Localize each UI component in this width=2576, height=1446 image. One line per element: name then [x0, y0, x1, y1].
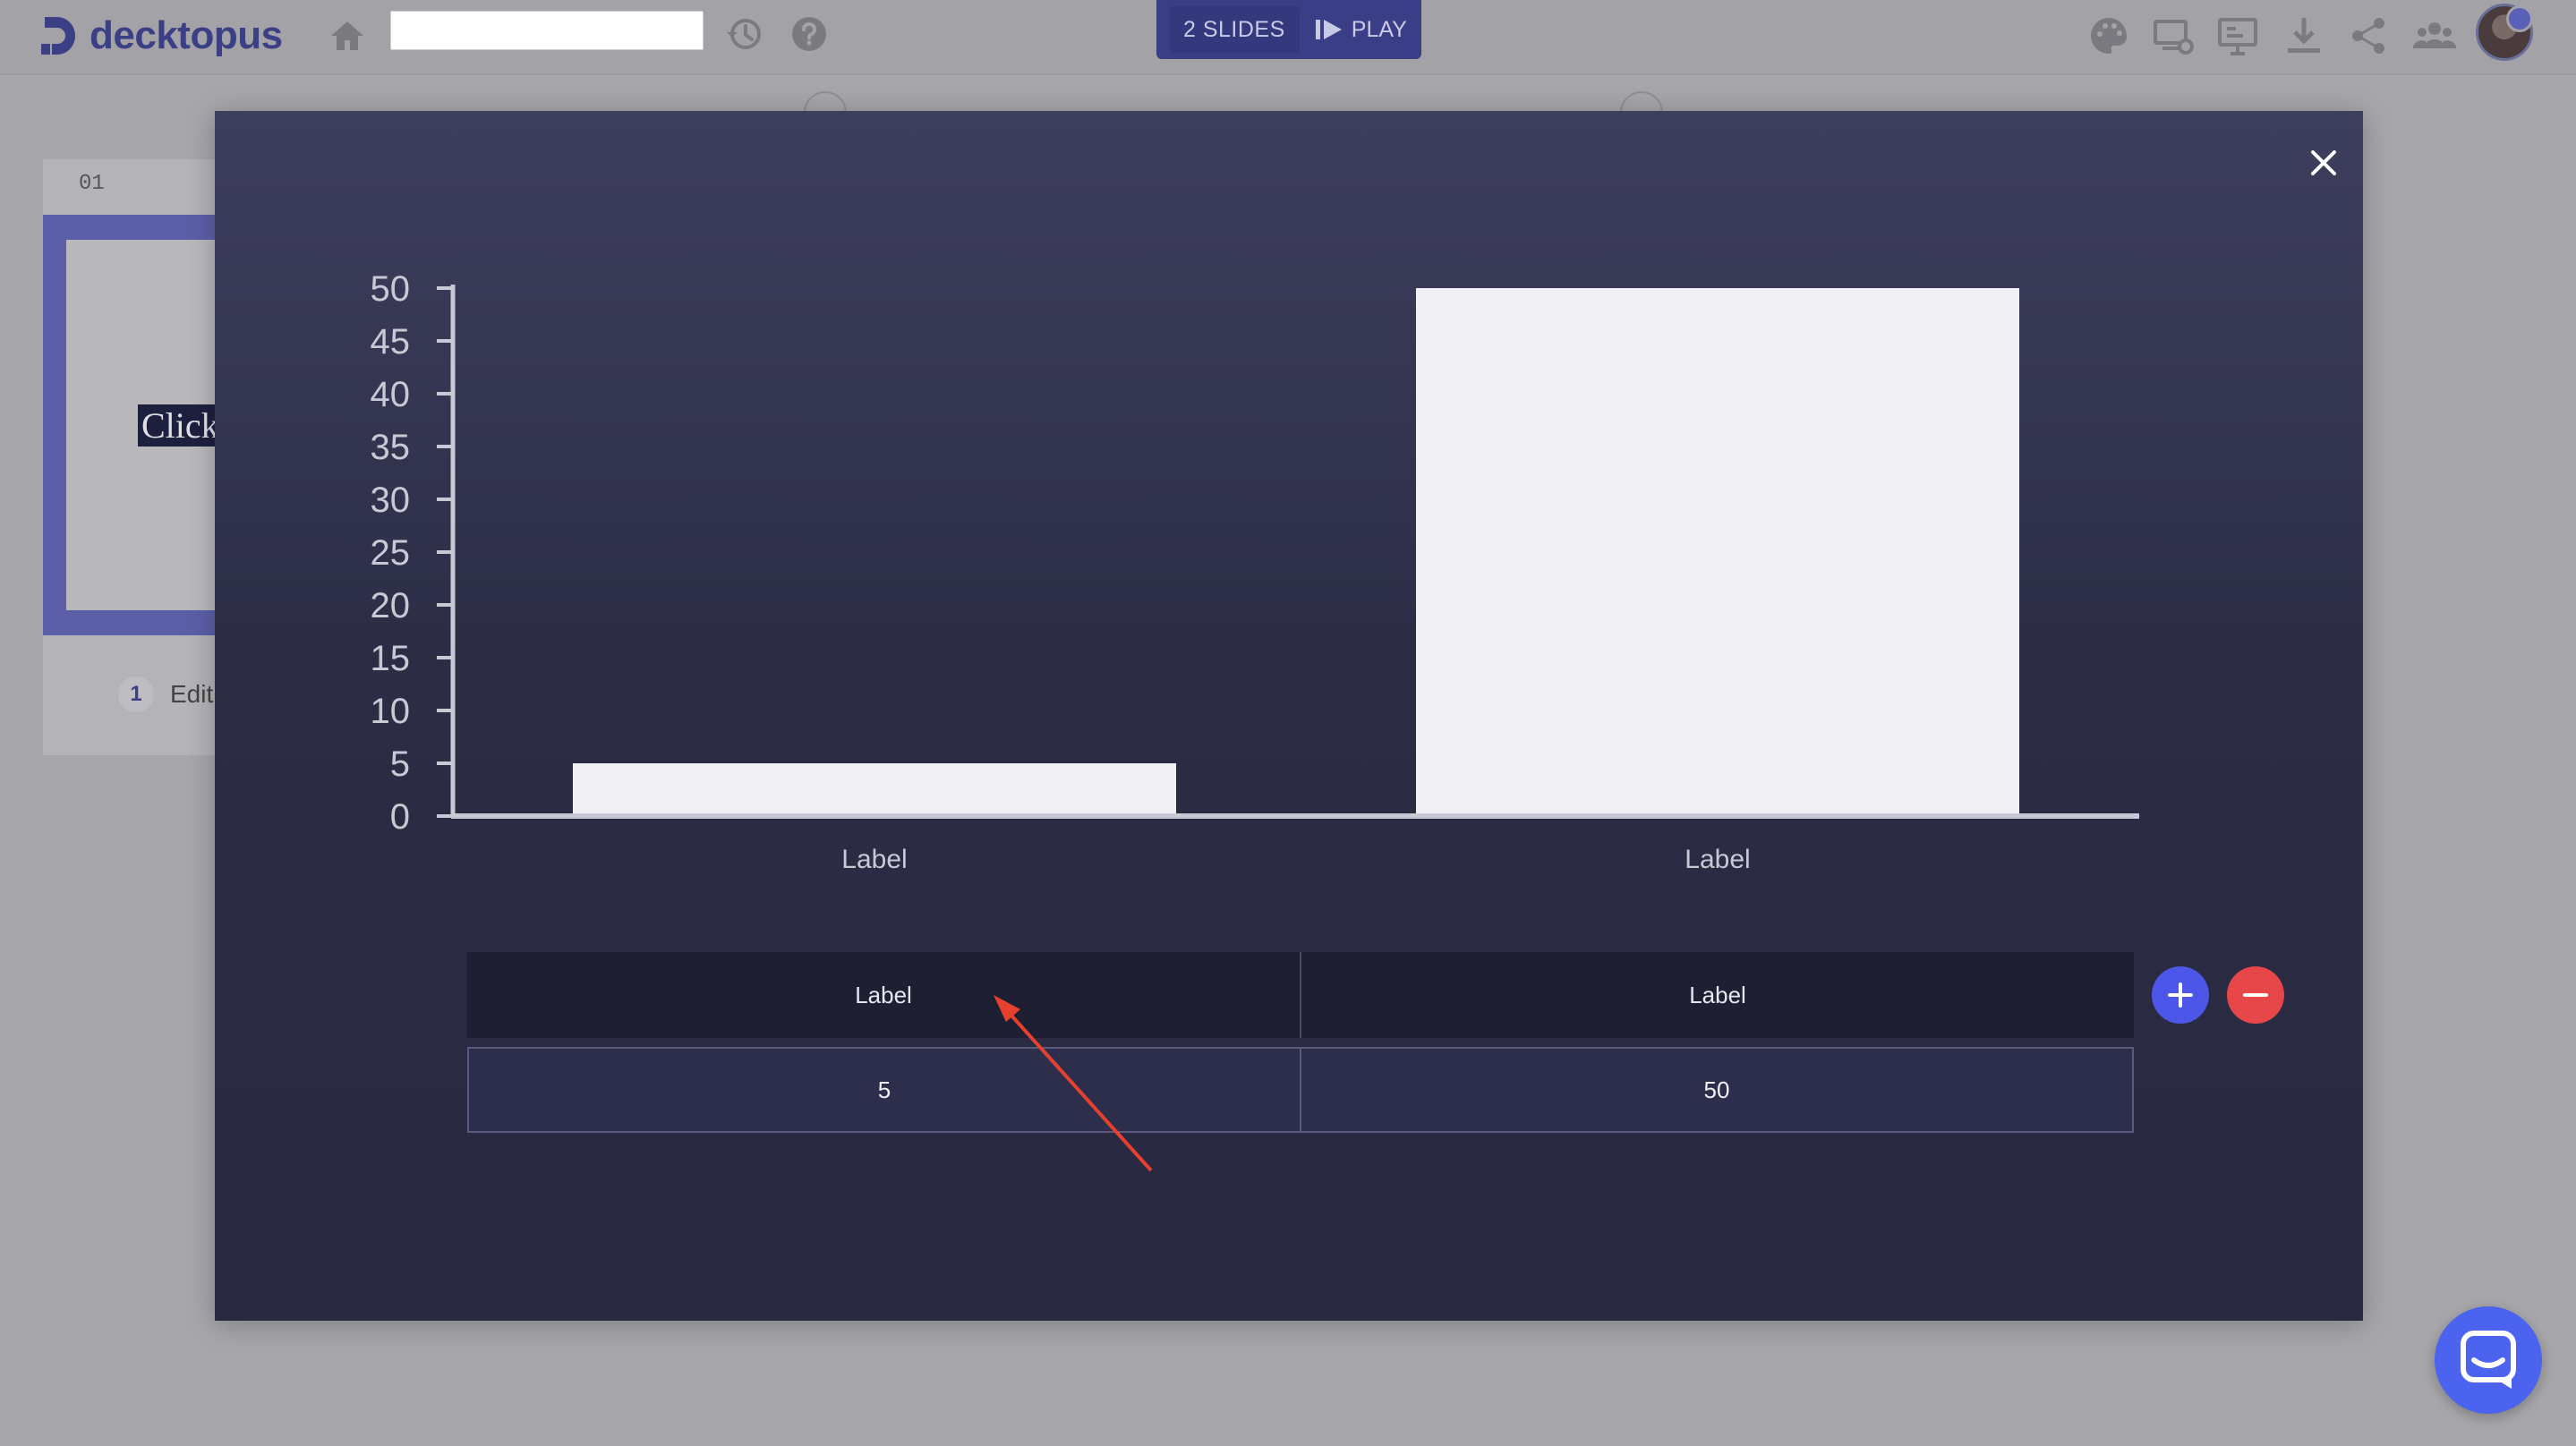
- y-tick-label: 10: [371, 692, 411, 731]
- chart-bar: [573, 763, 1176, 813]
- y-tick-label: 25: [371, 533, 411, 573]
- plus-icon: [2168, 982, 2193, 1008]
- column-value-cell[interactable]: 50: [1301, 1049, 2132, 1131]
- y-tick-label: 5: [390, 744, 410, 784]
- minus-icon: [2243, 993, 2268, 997]
- table-value-row: 5 50: [467, 1047, 2134, 1133]
- bar-chart: 0 5 10 15 20 25 30 35 40 45 50 Label Label: [371, 269, 2139, 874]
- y-tick-label: 40: [371, 375, 411, 414]
- chart-data-table: Label Label 5 50: [467, 952, 2134, 1133]
- table-header-row: Label Label: [467, 952, 2134, 1038]
- column-value-cell[interactable]: 5: [469, 1049, 1301, 1131]
- add-column-button[interactable]: [2152, 966, 2209, 1024]
- remove-column-button[interactable]: [2227, 966, 2284, 1024]
- column-label-cell[interactable]: Label: [1301, 952, 2134, 1038]
- x-category-label: Label: [1685, 845, 1750, 874]
- x-category-label: Label: [841, 845, 907, 874]
- y-tick-label: 50: [371, 269, 411, 309]
- y-tick-label: 35: [371, 428, 411, 467]
- y-tick-label: 15: [371, 639, 411, 678]
- y-tick-label: 45: [371, 322, 411, 362]
- y-tick-label: 30: [371, 481, 411, 520]
- y-tick-label: 20: [371, 586, 411, 625]
- chart-bar: [1416, 288, 2019, 813]
- y-tick-label: 0: [390, 797, 410, 837]
- chat-support-button[interactable]: [2435, 1306, 2542, 1414]
- chat-icon: [2461, 1331, 2516, 1389]
- column-label-cell[interactable]: Label: [467, 952, 1301, 1038]
